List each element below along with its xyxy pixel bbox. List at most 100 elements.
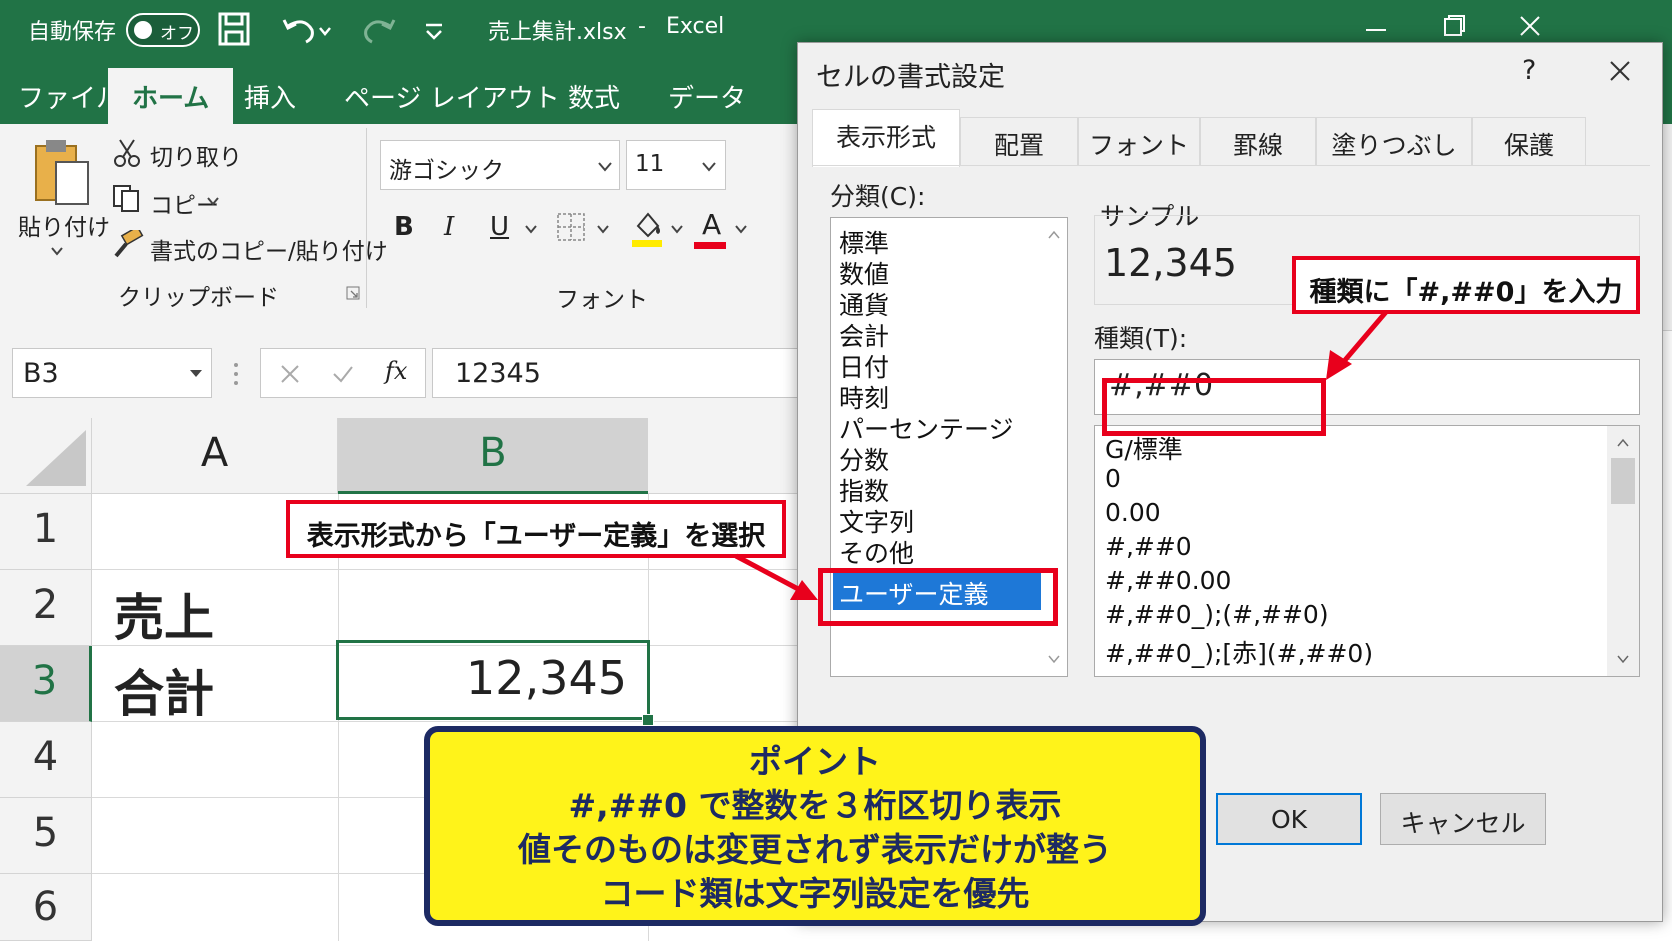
formula-value: 12345 <box>455 358 541 389</box>
ok-button[interactable]: OK <box>1216 793 1362 845</box>
bold-button[interactable]: B <box>394 212 414 242</box>
fill-handle[interactable] <box>642 714 654 726</box>
format-code-item[interactable]: #,##0.00 <box>1105 566 1231 595</box>
tab-font[interactable]: フォント <box>1078 117 1200 165</box>
cancel-button[interactable]: キャンセル <box>1380 793 1546 845</box>
fill-color-dropdown-icon[interactable] <box>670 224 684 234</box>
border-icon[interactable] <box>556 212 586 242</box>
callout-select-user-defined: 表示形式から「ユーザー定義」を選択 <box>286 500 786 558</box>
underline-dropdown-icon[interactable] <box>524 224 538 234</box>
italic-button[interactable]: I <box>444 212 454 242</box>
tab-number[interactable]: 表示形式 <box>812 109 960 167</box>
underline-button[interactable]: U <box>490 212 509 242</box>
copy-dropdown-icon[interactable] <box>206 196 220 206</box>
font-color-dropdown-icon[interactable] <box>734 224 748 234</box>
font-size-select[interactable]: 11 <box>626 140 726 190</box>
border-dropdown-icon[interactable] <box>596 224 610 234</box>
format-code-list[interactable]: G/標準 0 0.00 #,##0 #,##0.00 #,##0_);(#,##… <box>1094 425 1640 677</box>
tab-alignment[interactable]: 配置 <box>960 117 1078 165</box>
tab-home[interactable]: ホーム <box>108 68 234 124</box>
customize-toolbar-icon[interactable] <box>424 22 444 42</box>
scroll-down-icon[interactable] <box>1616 654 1630 664</box>
name-box[interactable]: B3 <box>12 348 212 398</box>
point-title: ポイント <box>749 742 881 781</box>
cell-b3-selected[interactable]: 12,345 <box>336 640 650 720</box>
column-header-a[interactable]: A <box>92 418 338 494</box>
row-header-4[interactable]: 4 <box>0 722 92 798</box>
tab-fill[interactable]: 塗りつぶし <box>1316 117 1472 165</box>
highlight-user-defined <box>818 568 1058 626</box>
row-header-6[interactable]: 6 <box>0 874 92 941</box>
group-separator <box>366 128 367 308</box>
tab-page-layout[interactable]: ページ レイアウト <box>344 78 560 115</box>
point-box: ポイント #,##0 で整数を３桁区切り表示 値そのものは変更されず表示だけが整… <box>424 726 1206 926</box>
scroll-up-icon[interactable] <box>1616 438 1630 448</box>
format-code-item[interactable]: 0.00 <box>1105 498 1161 527</box>
format-code-item[interactable]: #,##0_);(#,##0) <box>1105 600 1329 629</box>
cut-button[interactable]: 切り取り <box>150 138 242 172</box>
point-line: #,##0 で整数を３桁区切り表示 <box>568 786 1062 825</box>
font-name-select[interactable]: 游ゴシック <box>380 140 620 190</box>
point-line: コード類は文字列設定を優先 <box>600 874 1030 913</box>
name-box-value: B3 <box>23 358 59 389</box>
font-size-value: 11 <box>635 151 665 177</box>
tab-border[interactable]: 罫線 <box>1200 117 1316 165</box>
row-header-3[interactable]: 3 <box>0 646 92 722</box>
font-color-button[interactable]: A <box>702 208 721 241</box>
format-painter-button[interactable]: 書式のコピー/貼り付け <box>150 232 388 266</box>
font-name-value: 游ゴシック <box>389 158 504 184</box>
row-header-5[interactable]: 5 <box>0 798 92 874</box>
format-list-scrollbar[interactable] <box>1607 426 1639 676</box>
close-window-icon[interactable] <box>1518 14 1542 38</box>
formula-buttons: fx <box>260 348 426 398</box>
cell-a2[interactable]: 売上 <box>114 578 214 650</box>
font-color-swatch <box>694 242 726 249</box>
font-group-label: フォント <box>556 287 648 313</box>
formula-input[interactable]: 12345 <box>432 348 802 398</box>
row-header-2[interactable]: 2 <box>0 570 92 646</box>
help-button[interactable]: ? <box>1522 55 1536 86</box>
cancel-entry-icon[interactable] <box>279 363 301 385</box>
column-header-b[interactable]: B <box>338 418 648 494</box>
tab-file[interactable]: ファイル <box>18 78 122 115</box>
fill-color-icon[interactable] <box>630 208 664 250</box>
chevron-down-icon <box>598 162 612 172</box>
row-header-1[interactable]: 1 <box>0 494 92 570</box>
paste-button[interactable]: 貼り付け <box>18 208 110 242</box>
callout-enter-type: 種類に「#,##0」を入力 <box>1292 256 1640 314</box>
tab-protection[interactable]: 保護 <box>1472 117 1586 165</box>
autosave-toggle[interactable]: オフ <box>126 13 200 47</box>
clipboard-launcher-icon[interactable] <box>346 286 360 300</box>
scroll-up-icon[interactable] <box>1047 230 1061 240</box>
format-code-item[interactable]: #,##0_);[赤](#,##0) <box>1105 634 1373 670</box>
paste-icon[interactable] <box>34 138 90 206</box>
select-all-corner[interactable] <box>0 418 92 494</box>
paste-dropdown-icon[interactable] <box>50 246 64 256</box>
format-code-item[interactable]: 0 <box>1105 464 1121 493</box>
format-code-item[interactable]: #,##0 <box>1105 532 1192 561</box>
close-dialog-icon[interactable] <box>1608 59 1632 83</box>
category-item[interactable]: その他 <box>839 534 914 570</box>
category-label: 分類(C): <box>830 182 926 211</box>
scroll-thumb[interactable] <box>1611 458 1635 504</box>
chevron-down-icon <box>702 162 716 172</box>
save-icon[interactable] <box>218 12 250 46</box>
resize-handle-icon[interactable] <box>232 362 240 386</box>
maximize-icon[interactable] <box>1442 14 1466 38</box>
confirm-entry-icon[interactable] <box>331 363 355 385</box>
tab-formulas[interactable]: 数式 <box>568 78 620 115</box>
sample-value: 12,345 <box>1104 241 1237 285</box>
column-header-c[interactable] <box>648 418 800 494</box>
tab-insert[interactable]: 挿入 <box>244 78 296 115</box>
insert-function-button[interactable]: fx <box>385 357 407 385</box>
clipboard-group-label: クリップボード <box>118 285 279 311</box>
cell-a3[interactable]: 合計 <box>114 654 214 726</box>
undo-icon[interactable] <box>282 14 332 46</box>
minimize-icon[interactable] <box>1364 18 1388 42</box>
tab-data[interactable]: データ <box>668 78 746 115</box>
redo-icon[interactable] <box>360 14 396 46</box>
scissors-icon <box>114 139 140 167</box>
scroll-down-icon[interactable] <box>1047 654 1061 664</box>
autosave-label: 自動保存 <box>28 20 117 45</box>
file-name: 売上集計.xlsx <box>488 20 627 45</box>
